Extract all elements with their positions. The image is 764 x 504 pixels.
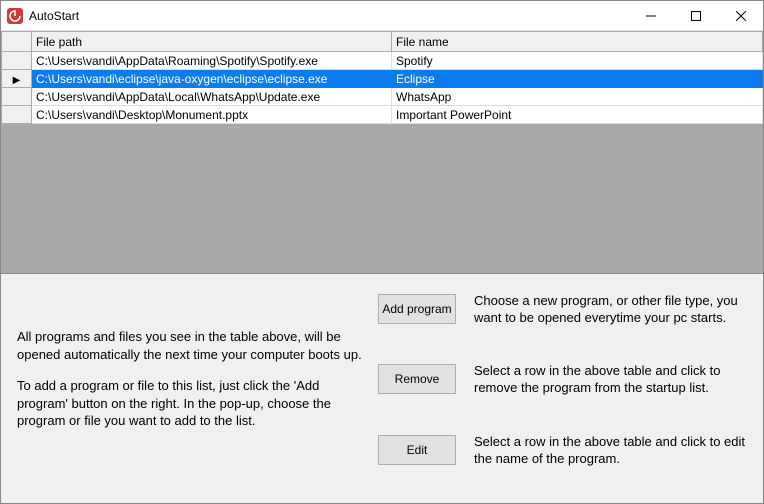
window-title: AutoStart (29, 9, 79, 23)
add-program-description: Choose a new program, or other file type… (474, 292, 747, 326)
info-paragraph-2: To add a program or file to this list, j… (17, 377, 362, 430)
bottom-panel: All programs and files you see in the ta… (1, 274, 763, 503)
column-header-name[interactable]: File name (392, 32, 763, 52)
table-row[interactable]: C:\Users\vandi\Desktop\Monument.pptxImpo… (2, 106, 763, 124)
cell-name[interactable]: Eclipse (392, 70, 763, 88)
cell-name[interactable]: Spotify (392, 52, 763, 70)
remove-button[interactable]: Remove (378, 364, 456, 394)
titlebar: AutoStart (1, 1, 763, 31)
row-indicator[interactable] (2, 88, 32, 106)
row-indicator[interactable]: ▶ (2, 70, 32, 88)
cell-path[interactable]: C:\Users\vandi\AppData\Roaming\Spotify\S… (32, 52, 392, 70)
cell-path[interactable]: C:\Users\vandi\Desktop\Monument.pptx (32, 106, 392, 124)
cell-name[interactable]: Important PowerPoint (392, 106, 763, 124)
action-row-add: Add program Choose a new program, or oth… (378, 292, 747, 326)
action-row-edit: Edit Select a row in the above table and… (378, 433, 747, 467)
table-row[interactable]: C:\Users\vandi\AppData\Local\WhatsApp\Up… (2, 88, 763, 106)
row-header-column[interactable] (2, 32, 32, 52)
cell-path[interactable]: C:\Users\vandi\eclipse\java-oxygen\eclip… (32, 70, 392, 88)
edit-button[interactable]: Edit (378, 435, 456, 465)
programs-table[interactable]: File path File name C:\Users\vandi\AppDa… (1, 31, 763, 124)
table-area: File path File name C:\Users\vandi\AppDa… (1, 31, 763, 274)
remove-description: Select a row in the above table and clic… (474, 362, 747, 396)
row-indicator[interactable] (2, 52, 32, 70)
cell-path[interactable]: C:\Users\vandi\AppData\Local\WhatsApp\Up… (32, 88, 392, 106)
table-row[interactable]: C:\Users\vandi\AppData\Roaming\Spotify\S… (2, 52, 763, 70)
close-button[interactable] (718, 1, 763, 31)
current-row-icon: ▶ (13, 75, 21, 86)
table-row[interactable]: ▶ C:\Users\vandi\eclipse\java-oxygen\ecli… (2, 70, 763, 88)
cell-name[interactable]: WhatsApp (392, 88, 763, 106)
info-paragraph-1: All programs and files you see in the ta… (17, 328, 362, 363)
action-row-remove: Remove Select a row in the above table a… (378, 362, 747, 396)
add-program-button[interactable]: Add program (378, 294, 456, 324)
app-icon (7, 8, 23, 24)
actions-panel: Add program Choose a new program, or oth… (378, 292, 747, 485)
info-text: All programs and files you see in the ta… (17, 292, 362, 485)
row-indicator[interactable] (2, 106, 32, 124)
minimize-button[interactable] (628, 1, 673, 31)
column-header-path[interactable]: File path (32, 32, 392, 52)
edit-description: Select a row in the above table and clic… (474, 433, 747, 467)
maximize-button[interactable] (673, 1, 718, 31)
